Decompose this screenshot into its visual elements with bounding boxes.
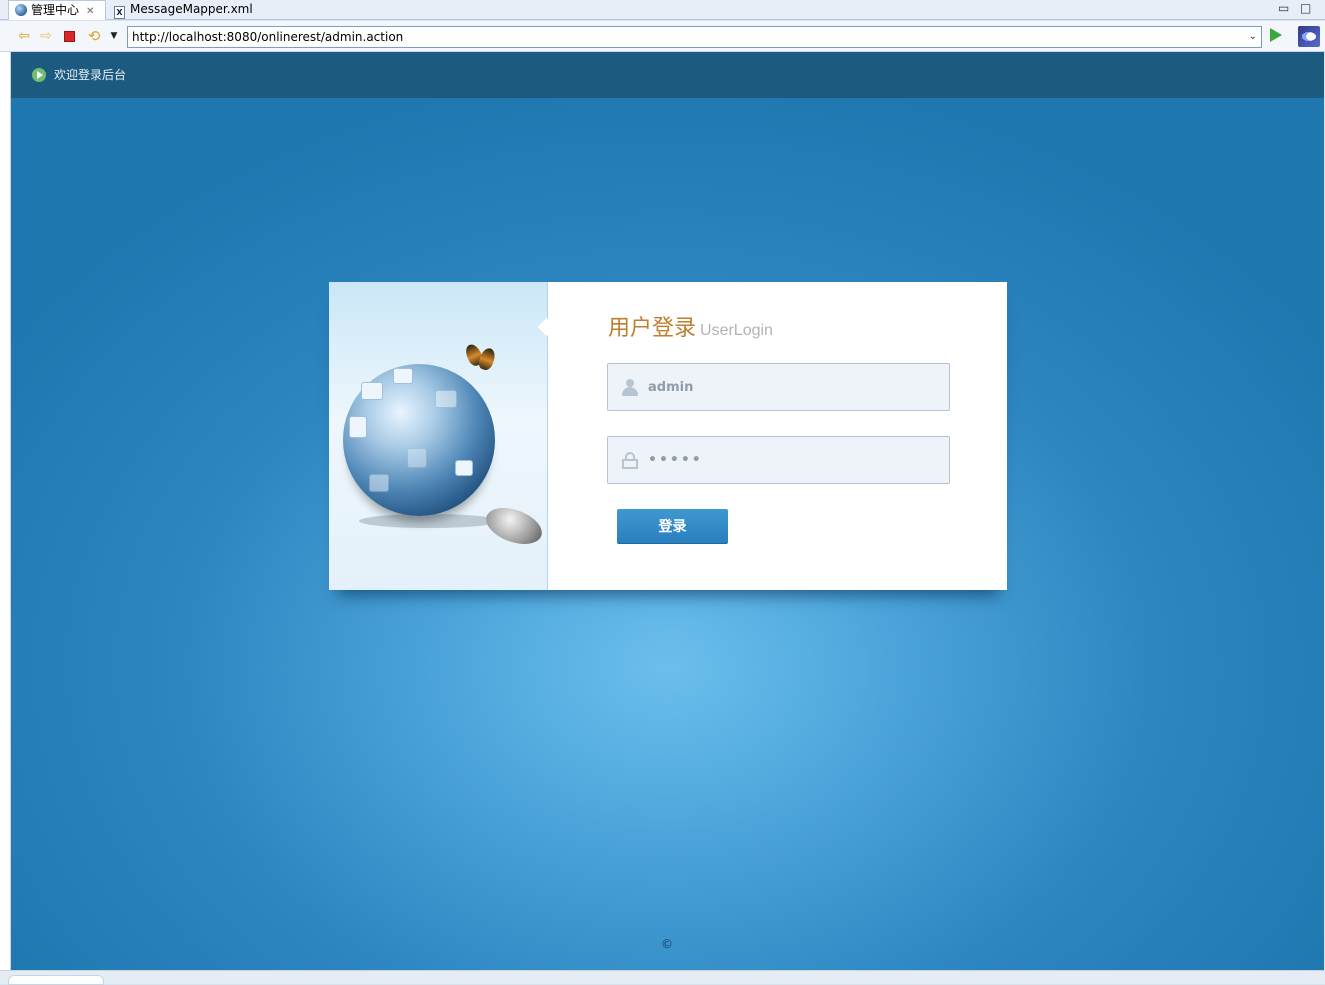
url-input[interactable]: http://localhost:8080/onlinerest/admin.a… xyxy=(127,26,1262,48)
go-play-icon[interactable] xyxy=(1270,28,1282,42)
eclipse-browser-icon[interactable] xyxy=(1298,26,1320,47)
login-card: 用户登录UserLogin 登录 xyxy=(329,282,1007,590)
xml-file-icon: X xyxy=(114,6,125,19)
butterfly-image xyxy=(463,342,499,378)
username-input[interactable] xyxy=(648,376,938,398)
play-circle-icon xyxy=(32,68,46,82)
forward-arrow-icon[interactable]: ⇨ xyxy=(38,28,54,44)
tab-label: MessageMapper.xml xyxy=(130,2,253,16)
copyright-text: © xyxy=(661,937,673,951)
tab-message-mapper[interactable]: X MessageMapper.xml xyxy=(110,0,253,20)
tab-admin-center[interactable]: 管理中心 ✕ xyxy=(8,0,106,20)
user-icon xyxy=(622,379,638,396)
tab-label: 管理中心 xyxy=(31,3,80,17)
login-illustration-panel xyxy=(329,282,548,590)
page-viewport: 欢迎登录后台 用户登录 UserLogin admin ••••• 登录 © xyxy=(11,52,1324,970)
close-icon[interactable]: ✕ xyxy=(86,2,94,21)
username-field[interactable] xyxy=(607,363,950,411)
refresh-icon[interactable]: ⟲ xyxy=(86,28,102,44)
password-field[interactable] xyxy=(607,436,950,484)
lock-icon xyxy=(622,452,638,469)
welcome-text: 欢迎登录后台 xyxy=(32,67,126,83)
globe-shadow xyxy=(359,514,499,528)
maximize-button[interactable]: □ xyxy=(1300,1,1311,15)
chevron-down-icon[interactable]: ▼ xyxy=(106,28,122,44)
computer-mouse-image xyxy=(481,501,547,551)
login-title: 用户登录 UserLogin xyxy=(608,310,773,342)
editor-left-margin xyxy=(0,52,11,972)
back-arrow-icon[interactable]: ⇦ xyxy=(16,28,32,44)
globe-icon xyxy=(15,4,27,16)
minimize-button[interactable]: ▭ xyxy=(1278,1,1289,15)
page-header-band: 欢迎登录后台 xyxy=(11,52,1324,98)
password-input[interactable] xyxy=(648,449,938,471)
welcome-label: 欢迎登录后台 xyxy=(54,68,127,82)
browser-toolbar: ⇦ ⇨ ⟲ ▼ http://localhost:8080/onlinerest… xyxy=(0,21,1325,52)
editor-tab-strip: 管理中心 ✕ X MessageMapper.xml ▭ □ xyxy=(0,0,1325,20)
login-button[interactable]: 登录 xyxy=(617,509,728,544)
login-title-cn: 用户登录 xyxy=(608,316,697,341)
login-title-en: UserLogin xyxy=(700,322,773,339)
stop-icon[interactable] xyxy=(62,28,78,44)
url-text: http://localhost:8080/onlinerest/admin.a… xyxy=(132,30,404,44)
puzzle-globe-image xyxy=(343,364,495,516)
url-history-chevron-icon[interactable]: ⌄ xyxy=(1249,27,1257,47)
bottom-panel-strip xyxy=(0,970,1325,985)
